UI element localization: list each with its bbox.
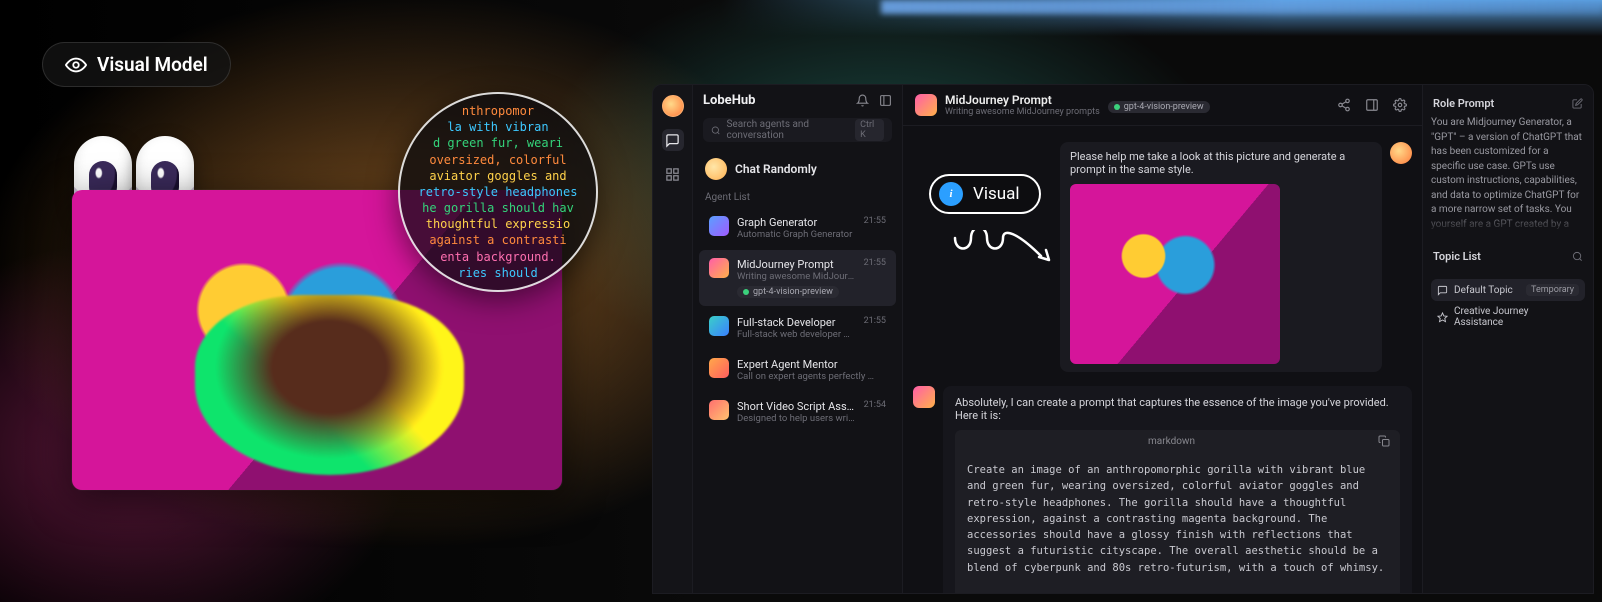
agent-time: 21:55 (864, 316, 886, 326)
chat-header: MidJourney Prompt Writing awesome MidJou… (903, 85, 1422, 126)
agent-name: Full-stack Developer (737, 316, 856, 329)
user-attached-image[interactable] (1070, 184, 1280, 364)
topic-label: Creative Journey Assistance (1454, 306, 1579, 328)
brand-label: LobeHub (703, 93, 755, 108)
search-placeholder: Search agents and conversation (726, 119, 849, 141)
star-icon (1437, 312, 1448, 323)
edit-icon[interactable] (1572, 98, 1583, 109)
copy-icon[interactable] (1378, 435, 1390, 447)
agent-desc: Automatic Graph Generator (737, 229, 856, 240)
search-icon (711, 125, 720, 136)
chat-subtitle: Writing awesome MidJourney prompts (945, 107, 1100, 117)
user-message-bubble: Please help me take a look at this pictu… (1060, 142, 1382, 372)
sidebar: LobeHub Search agents and conversation C… (693, 85, 903, 593)
agent-time: 21:55 (864, 216, 886, 226)
robot-icon (705, 158, 727, 180)
agent-item[interactable]: Expert Agent Mentor Call on expert agent… (699, 350, 896, 390)
chat-main: MidJourney Prompt Writing awesome MidJou… (903, 85, 1423, 593)
app-window: LobeHub Search agents and conversation C… (652, 84, 1594, 594)
magnifier-lens: nthropomor la with vibran d green fur, w… (398, 92, 598, 292)
visual-callout-label: Visual (973, 184, 1019, 204)
settings-icon[interactable] (1390, 95, 1410, 115)
agent-time: 21:54 (864, 400, 886, 410)
assistant-intro-text: Absolutely, I can create a prompt that c… (955, 396, 1400, 422)
code-lang-label: markdown (965, 436, 1378, 447)
agent-desc: Call on expert agents perfectly … (737, 371, 878, 382)
right-panel: Role Prompt You are Midjourney Generator… (1423, 85, 1593, 593)
agent-icon (709, 316, 729, 336)
chat-icon (1437, 285, 1448, 296)
agent-name: MidJourney Prompt (737, 258, 856, 271)
nav-market-icon[interactable] (662, 163, 684, 185)
assistant-message-row: Absolutely, I can create a prompt that c… (913, 386, 1412, 593)
topic-list-header: Topic List (1433, 250, 1481, 263)
assistant-avatar (913, 386, 935, 408)
agent-item[interactable]: Short Video Script Assi… Designed to hel… (699, 392, 896, 432)
user-avatar-small (1390, 142, 1412, 164)
chat-model-chip[interactable]: gpt-4-vision-preview (1108, 101, 1210, 113)
code-block: markdown Create an image of an anthropom… (955, 430, 1400, 593)
visual-callout-pill: i Visual (929, 174, 1041, 214)
collapse-icon[interactable] (879, 94, 892, 107)
notify-icon[interactable] (856, 94, 869, 107)
topic-badge: Temporary (1526, 284, 1579, 296)
nav-rail (653, 85, 693, 593)
topic-item[interactable]: Creative Journey Assistance (1431, 301, 1585, 333)
agent-name: Graph Generator (737, 216, 856, 229)
agent-model-chip: gpt-4-vision-preview (737, 286, 839, 298)
topic-search-icon[interactable] (1572, 251, 1583, 262)
role-prompt-header: Role Prompt (1433, 97, 1494, 110)
agent-time: 21:55 (864, 258, 886, 268)
agent-icon (709, 258, 729, 278)
hero-visual-model-badge: Visual Model (42, 42, 231, 87)
assistant-message-bubble: Absolutely, I can create a prompt that c… (943, 386, 1412, 593)
agent-item[interactable]: MidJourney Prompt Writing awesome MidJou… (699, 250, 896, 306)
info-icon: i (939, 182, 963, 206)
agent-name: Short Video Script Assi… (737, 400, 856, 413)
agent-item[interactable]: Graph Generator Automatic Graph Generato… (699, 208, 896, 248)
chat-randomly-label: Chat Randomly (735, 162, 817, 176)
agent-icon (709, 358, 729, 378)
topic-label: Default Topic (1454, 285, 1513, 296)
user-avatar[interactable] (662, 95, 684, 117)
agent-desc: Writing awesome MidJourney p… (737, 271, 856, 282)
agent-desc: Full-stack web developer with e… (737, 329, 856, 340)
search-input[interactable]: Search agents and conversation Ctrl K (703, 118, 892, 142)
chat-agent-icon (915, 94, 937, 116)
chat-randomly-button[interactable]: Chat Randomly (693, 150, 902, 188)
arrow-squiggle-icon (949, 230, 1059, 278)
hero-badge-label: Visual Model (97, 53, 208, 76)
panel-toggle-icon[interactable] (1362, 95, 1382, 115)
eye-icon (65, 54, 87, 76)
agent-name: Expert Agent Mentor (737, 358, 878, 371)
agent-desc: Designed to help users write en… (737, 413, 856, 424)
search-shortcut: Ctrl K (855, 119, 884, 141)
topic-item[interactable]: Default Topic Temporary (1431, 279, 1585, 301)
code-body-text: Create an image of an anthropomorphic go… (955, 452, 1400, 593)
nav-chat-icon[interactable] (662, 129, 684, 151)
agent-icon (709, 400, 729, 420)
chat-title: MidJourney Prompt (945, 93, 1100, 107)
agent-icon (709, 216, 729, 236)
agent-item[interactable]: Full-stack Developer Full-stack web deve… (699, 308, 896, 348)
share-icon[interactable] (1334, 95, 1354, 115)
role-prompt-text: You are Midjourney Generator, a "GPT" – … (1431, 116, 1585, 234)
user-message-text: Please help me take a look at this pictu… (1070, 150, 1372, 176)
agent-list-header: Agent List (693, 188, 902, 207)
